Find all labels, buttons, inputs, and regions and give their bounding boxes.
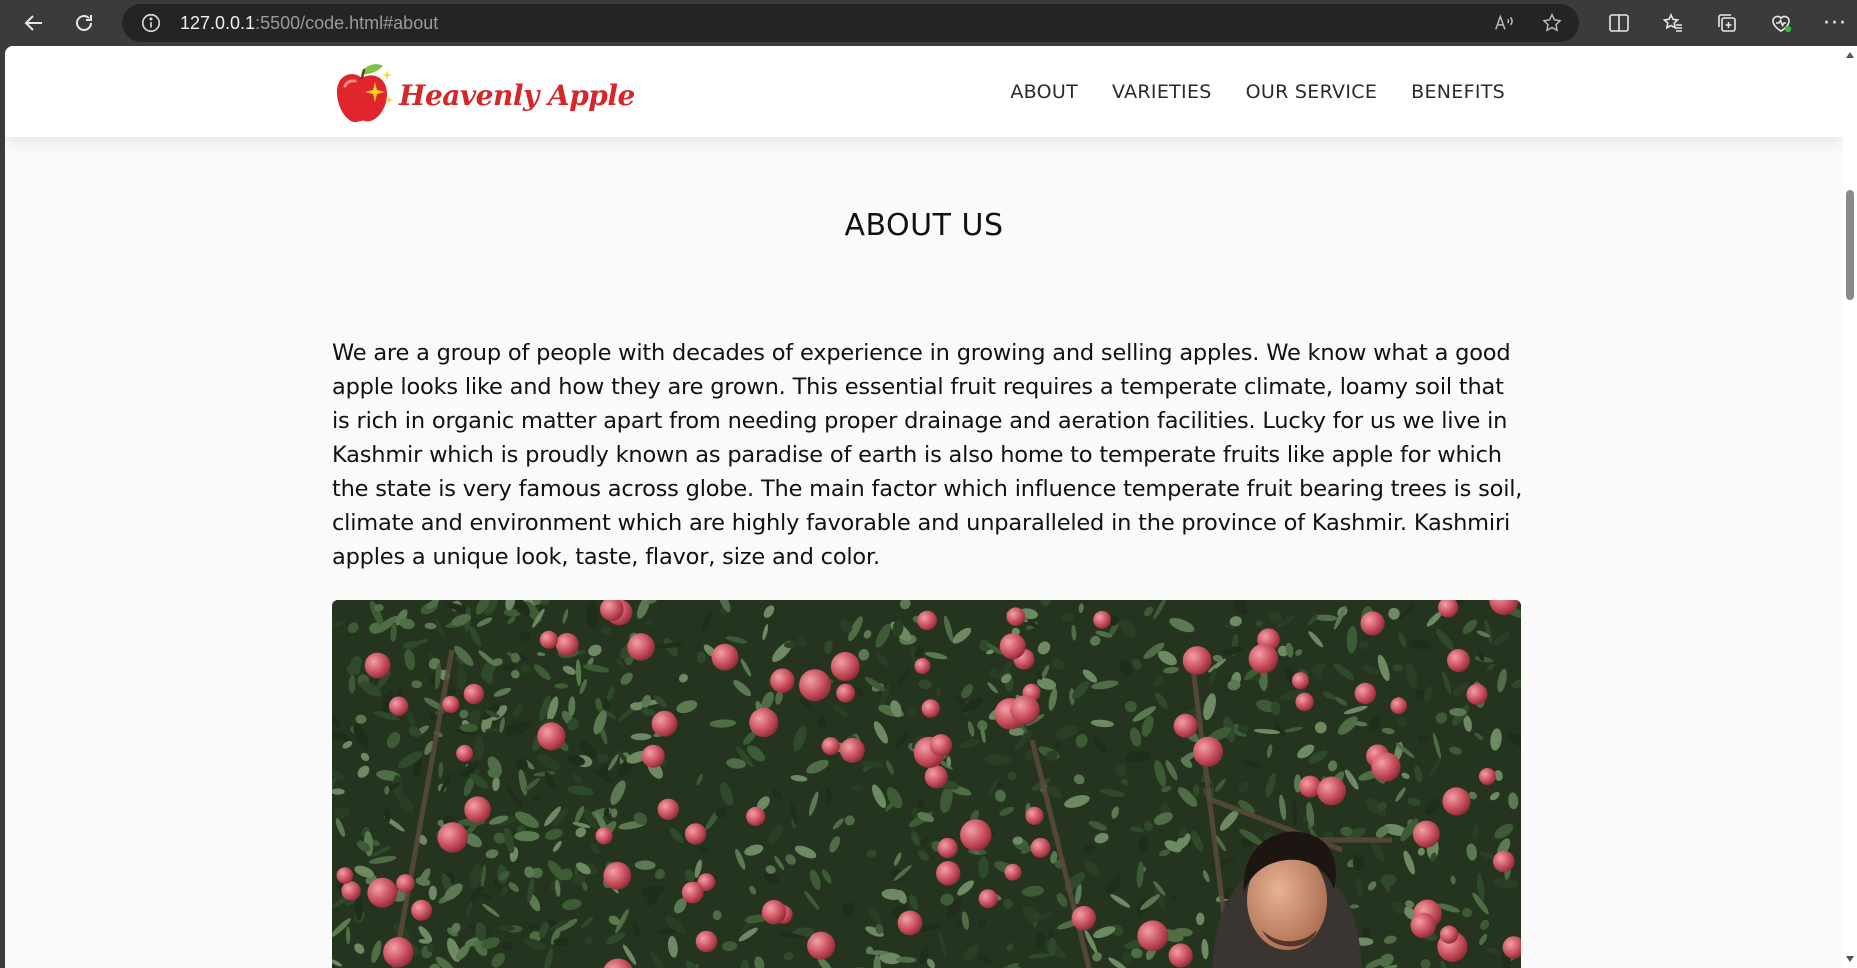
site-header: Heavenly Apple ABOUT VARIETIES OUR SERVI… (5, 46, 1843, 137)
nav-benefits[interactable]: BENEFITS (1411, 81, 1505, 103)
reload-icon (76, 15, 92, 31)
orchard-photo (332, 600, 1521, 968)
collections-icon (1718, 14, 1736, 32)
favorite-star-icon[interactable] (1541, 12, 1563, 34)
logo-text: Heavenly Apple (399, 78, 635, 112)
about-paragraph: We are a group of people with decades of… (332, 340, 1523, 570)
nav-varieties[interactable]: VARIETIES (1112, 81, 1212, 103)
info-icon[interactable] (140, 12, 162, 34)
browser-essentials-button[interactable] (1761, 3, 1801, 43)
split-screen-button[interactable] (1599, 3, 1639, 43)
page-scrollbar[interactable] (1843, 46, 1857, 968)
browser-toolbar: 127.0.0.1:5500/code.html#about ··· (0, 0, 1857, 46)
about-title: ABOUT US (844, 208, 1004, 243)
address-bar[interactable]: 127.0.0.1:5500/code.html#about (122, 4, 1579, 42)
split-screen-icon (1609, 14, 1629, 32)
main-nav: ABOUT VARIETIES OUR SERVICE BENEFITS (1010, 46, 1505, 137)
logo[interactable]: Heavenly Apple (331, 60, 635, 126)
read-aloud-icon[interactable] (1493, 12, 1515, 34)
collections-button[interactable] (1707, 3, 1747, 43)
favorites-button[interactable] (1653, 3, 1693, 43)
favorites-icon (1662, 13, 1682, 32)
nav-about[interactable]: ABOUT (1010, 81, 1078, 103)
apple-logo-icon (337, 64, 393, 123)
nav-our-service[interactable]: OUR SERVICE (1246, 81, 1378, 103)
url-text[interactable]: 127.0.0.1:5500/code.html#about (180, 13, 438, 34)
back-button[interactable] (14, 3, 54, 43)
scroll-thumb[interactable] (1846, 190, 1854, 300)
more-button[interactable]: ··· (1815, 3, 1855, 43)
scroll-down-arrow-icon[interactable] (1846, 956, 1854, 962)
reload-button[interactable] (64, 3, 104, 43)
back-icon (24, 15, 42, 31)
browser-essentials-icon (1772, 15, 1792, 33)
page-viewport: Heavenly Apple ABOUT VARIETIES OUR SERVI… (5, 46, 1857, 968)
scroll-up-arrow-icon[interactable] (1846, 52, 1854, 58)
more-icon: ··· (1823, 10, 1847, 36)
